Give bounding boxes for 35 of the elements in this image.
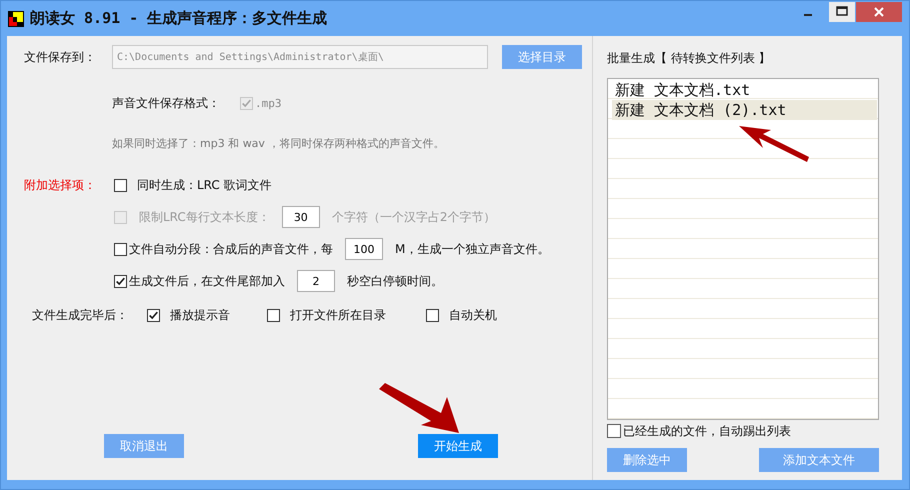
checkbox[interactable] [147, 308, 160, 322]
list-title: 批量生成【 待转换文件列表 】 [607, 50, 772, 66]
checkbox-label: 文件自动分段：合成后的声音文件，每 [129, 240, 333, 258]
checkbox-label: 生成文件后，在文件尾部加入 [129, 272, 285, 290]
app-logo-icon [8, 10, 24, 26]
checkbox[interactable] [114, 274, 127, 288]
checkbox[interactable] [607, 424, 621, 438]
checkbox[interactable] [267, 308, 280, 322]
file-item[interactable]: 新建 文本文档.txt [612, 80, 877, 100]
section-label: 文件生成完毕后： [32, 306, 129, 324]
hint-text: 如果同时选择了：mp3 和 wav ，将同时保存两种格式的声音文件。 [111, 136, 446, 151]
field-label: 声音文件保存格式： [112, 94, 221, 112]
unit-text: M，生成一个独立声音文件。 [395, 240, 550, 258]
field-label: 文件保存到： [24, 48, 97, 66]
unit-text: 秒空白停顿时间。 [347, 272, 443, 290]
checkbox-label: 已经生成的文件，自动踢出列表 [623, 422, 791, 440]
window-title: 朗读女 8.91 - 生成声音程序：多文件生成 [30, 9, 328, 28]
checkbox-label: 同时生成：LRC 歌词文件 [137, 176, 272, 194]
checkbox[interactable] [114, 242, 127, 256]
unit-text: 个字符（一个汉字占2个字节） [332, 208, 496, 226]
checkbox-label: 自动关机 [449, 306, 497, 324]
checkbox-label: .mp3 [255, 96, 282, 110]
checkbox-label: 限制LRC每行文本长度： [139, 208, 270, 226]
start-button[interactable]: 开始生成 [418, 434, 498, 458]
file-item[interactable]: 新建 文本文档 (2).txt [612, 100, 877, 120]
section-label: 附加选择项： [24, 177, 97, 194]
close-icon[interactable] [856, 2, 902, 22]
number-field[interactable]: 100 [345, 238, 383, 260]
checkbox[interactable] [114, 178, 127, 192]
checkbox-label: 打开文件所在目录 [290, 306, 386, 324]
maximize-icon[interactable] [829, 2, 855, 22]
checkbox-label: 播放提示音 [170, 306, 230, 324]
checkbox[interactable] [426, 308, 439, 322]
number-field[interactable]: 2 [297, 270, 335, 292]
file-list[interactable]: 新建 文本文档.txt 新建 文本文档 (2).txt [607, 78, 879, 420]
